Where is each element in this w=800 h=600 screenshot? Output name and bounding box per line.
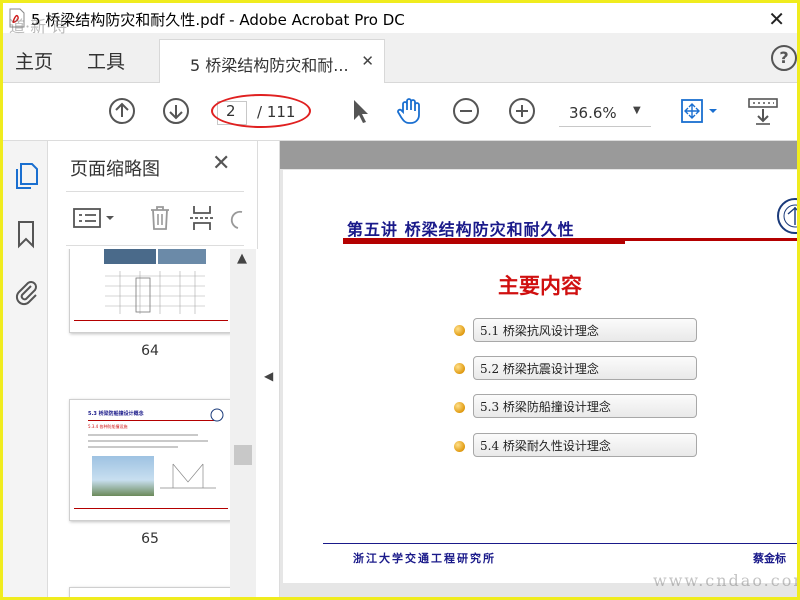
thumb-bridge-photo — [92, 456, 154, 496]
select-arrow-icon[interactable] — [345, 96, 375, 126]
topic-label: 5.3 桥梁防船撞设计理念 — [480, 400, 611, 414]
thumb-rule — [74, 508, 228, 509]
panel-title: 页面缩略图 — [70, 159, 160, 180]
thumb-heading: 5.3 桥梁防船撞设计概念 — [88, 411, 144, 417]
zoom-out-icon[interactable] — [451, 96, 481, 126]
navigation-rail — [3, 141, 48, 597]
thumb-subheading: 5.3.4 各种防船撞设施 — [88, 424, 128, 429]
thumb-rule — [74, 320, 228, 321]
footer-institution: 浙江大学交通工程研究所 — [353, 552, 496, 565]
topic-label: 5.4 桥梁耐久性设计理念 — [480, 439, 611, 453]
next-page-icon[interactable] — [161, 96, 191, 126]
document-tab-close-button[interactable]: ✕ — [361, 52, 374, 70]
panel-toolbar — [66, 191, 244, 246]
split-pages-icon[interactable] — [188, 204, 216, 232]
topic-label: 5.1 桥梁抗风设计理念 — [480, 324, 599, 338]
hand-tool-icon[interactable] — [395, 96, 425, 126]
slide-heading: 第五讲 桥梁结构防灾和耐久性 — [347, 220, 575, 239]
university-logo-icon — [777, 198, 797, 234]
pdf-page: 第五讲 桥梁结构防灾和耐久性 主要内容 5.1 桥梁抗风设计理念 5.2 桥梁抗… — [283, 170, 797, 583]
bullet-icon — [454, 363, 465, 374]
thumb-drawing — [105, 271, 205, 314]
topic-label: 5.2 桥梁抗震设计理念 — [480, 362, 599, 376]
menu-bar: 主页 工具 5 桥梁结构防灾和耐... ✕ ? — [3, 33, 797, 84]
thumb-text-line — [88, 446, 178, 448]
watermark-bottom-right: www.cndao.com — [653, 571, 797, 590]
window-title: 5 桥梁结构防灾和耐久性.pdf - Adobe Acrobat Pro DC — [31, 11, 405, 29]
thumb-photo — [158, 249, 206, 264]
topic-item: 5.4 桥梁耐久性设计理念 — [473, 433, 697, 457]
scroll-up-icon[interactable]: ▲ — [237, 251, 247, 266]
rotate-icon[interactable] — [228, 204, 244, 232]
thumbnails-panel: 页面缩略图 ✕ 64 5.3 桥梁防船撞设计概念 5.3.4 各种防船撞设施 6… — [48, 141, 258, 597]
main-toolbar: 2 / 111 36.6% ▼ — [3, 83, 797, 141]
topic-item: 5.3 桥梁防船撞设计理念 — [473, 394, 697, 418]
zoom-value: 36.6% — [569, 104, 617, 122]
topic-item: 5.1 桥梁抗风设计理念 — [473, 318, 697, 342]
zoom-in-icon[interactable] — [507, 96, 537, 126]
thumbnail-page-64[interactable] — [69, 249, 231, 333]
thumbnail-page-65[interactable]: 5.3 桥梁防船撞设计概念 5.3.4 各种防船撞设施 — [69, 399, 231, 521]
thumb-logo-icon — [210, 408, 224, 422]
thumb-drawing — [160, 463, 216, 489]
bullet-icon — [454, 441, 465, 452]
thumb-text-line — [88, 434, 198, 436]
document-tab[interactable]: 5 桥梁结构防灾和耐... ✕ — [159, 39, 385, 84]
zoom-caret-icon: ▼ — [633, 105, 641, 116]
attachments-icon[interactable] — [12, 277, 40, 307]
thumb-rule — [88, 420, 214, 421]
trash-icon[interactable] — [146, 204, 174, 232]
heading-rule-accent — [343, 240, 625, 244]
panel-close-button[interactable]: ✕ — [212, 151, 230, 176]
document-tab-label: 5 桥梁结构防灾和耐... — [190, 56, 349, 75]
scroll-thumb[interactable] — [234, 445, 252, 465]
document-view: 第五讲 桥梁结构防灾和耐久性 主要内容 5.1 桥梁抗风设计理念 5.2 桥梁抗… — [280, 141, 797, 597]
highlight-ellipse-annotation — [211, 94, 311, 128]
collapse-arrow-icon[interactable]: ◀ — [264, 369, 273, 383]
page-gap — [280, 141, 797, 169]
thumbnail-page-66[interactable] — [69, 587, 231, 597]
bookmarks-icon[interactable] — [12, 219, 40, 249]
thumbnail-page-number: 65 — [141, 531, 159, 547]
previous-page-icon[interactable] — [107, 96, 137, 126]
bullet-icon — [454, 402, 465, 413]
thumb-photo — [104, 249, 156, 264]
main-contents-title: 主要内容 — [498, 274, 582, 298]
panel-collapse-handle[interactable]: ◀ — [258, 141, 280, 597]
zoom-dropdown[interactable]: 36.6% ▼ — [559, 99, 651, 127]
footer-rule — [323, 543, 797, 544]
thumbnail-list: 64 5.3 桥梁防船撞设计概念 5.3.4 各种防船撞设施 65 — [48, 249, 258, 597]
thumbnail-scrollbar[interactable]: ▲ — [230, 249, 256, 597]
thumbnail-options-icon[interactable] — [72, 206, 120, 230]
help-button[interactable]: ? — [771, 45, 797, 71]
watermark-top-left: 道·新·诗 — [9, 17, 68, 36]
title-bar: 5 桥梁结构防灾和耐久性.pdf - Adobe Acrobat Pro DC … — [3, 3, 797, 33]
window-close-button[interactable]: ✕ — [768, 7, 785, 31]
keyboard-download-icon[interactable] — [747, 96, 781, 126]
topic-item: 5.2 桥梁抗震设计理念 — [473, 356, 697, 380]
page-thumbnails-icon[interactable] — [12, 161, 40, 191]
footer-author: 蔡金标 — [753, 552, 786, 565]
menu-tools[interactable]: 工具 — [87, 47, 125, 74]
fit-page-icon[interactable] — [679, 96, 721, 126]
thumbnail-page-number: 64 — [141, 343, 159, 359]
thumb-text-line — [88, 440, 208, 442]
menu-home[interactable]: 主页 — [15, 47, 53, 74]
bullet-icon — [454, 325, 465, 336]
acrobat-window: 5 桥梁结构防灾和耐久性.pdf - Adobe Acrobat Pro DC … — [3, 3, 797, 597]
